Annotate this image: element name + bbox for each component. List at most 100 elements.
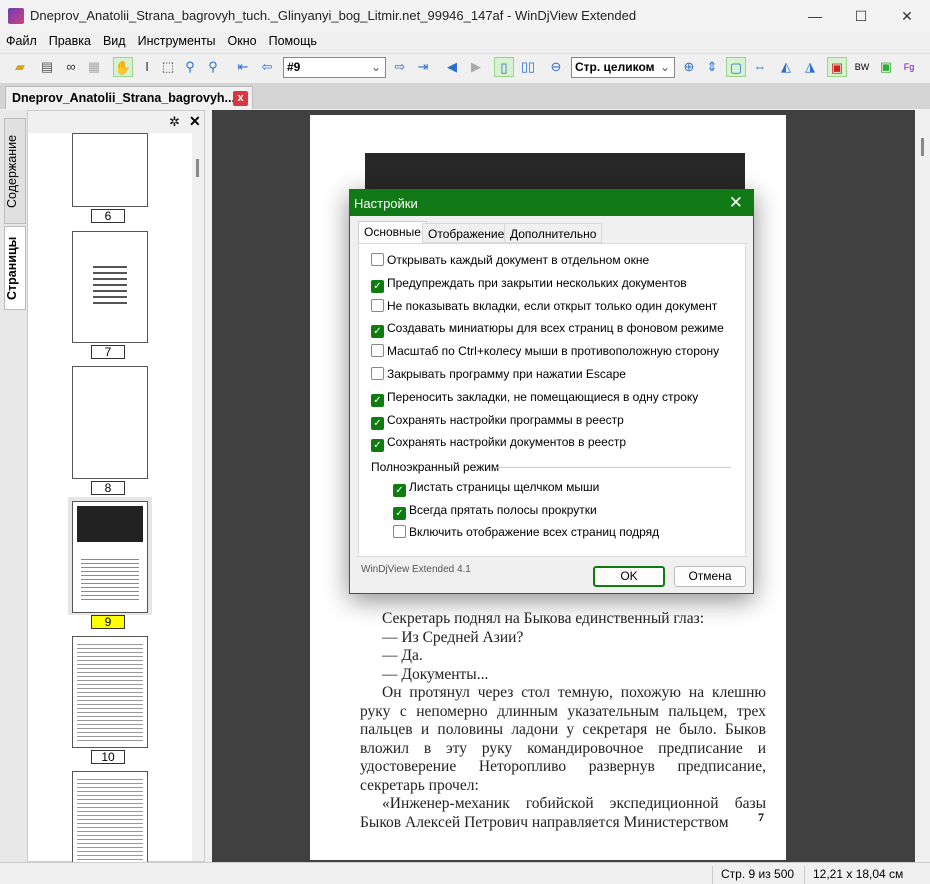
- checkbox-checked-icon[interactable]: ✓: [393, 506, 406, 520]
- viewer-scrollbar[interactable]: [915, 110, 930, 862]
- menu-window[interactable]: Окно: [222, 32, 263, 50]
- menu-tools[interactable]: Инструменты: [132, 32, 222, 50]
- option-label: Не показывать вкладки, если открыт тольк…: [387, 298, 718, 313]
- checkbox-unchecked-icon[interactable]: [371, 298, 384, 312]
- thumbnail-label: 8: [91, 481, 125, 495]
- status-page-size: 12,21 x 18,04 см: [804, 866, 903, 884]
- option-checkbox[interactable]: Не показывать вкладки, если открыт тольк…: [371, 298, 718, 313]
- next-page-icon[interactable]: ⇨: [390, 57, 410, 77]
- page-number: 7: [758, 810, 764, 824]
- bw-mode-icon[interactable]: BW: [852, 57, 872, 77]
- option-checkbox[interactable]: Масштаб по Ctrl+колесу мыши в противопол…: [371, 344, 719, 358]
- fit-width-icon[interactable]: ⇔: [750, 57, 770, 77]
- background-mode-icon[interactable]: ▣: [876, 57, 896, 77]
- rotate-left-icon[interactable]: ◭: [776, 57, 796, 77]
- zoom-select[interactable]: Стр. целиком ⌄: [571, 57, 675, 78]
- rotate-right-icon[interactable]: ◮: [800, 57, 820, 77]
- document-tab[interactable]: Dneprov_Anatolii_Strana_bagrovyh... x: [5, 86, 253, 109]
- rect-select-icon[interactable]: ⬚: [158, 57, 178, 77]
- thumbnail-label-selected: 9: [91, 615, 125, 629]
- option-label: Открывать каждый документ в отдельном ок…: [387, 253, 650, 267]
- thumbnail-page-9[interactable]: [72, 501, 148, 613]
- close-button[interactable]: ✕: [884, 0, 930, 32]
- option-checkbox[interactable]: ✓ Предупреждать при закрытии нескольких д…: [371, 276, 687, 293]
- option-checkbox[interactable]: ✓ Сохранять настройки программы в реестр: [371, 413, 624, 430]
- checkbox-unchecked-icon[interactable]: [371, 253, 384, 266]
- scrollbar-thumb[interactable]: [196, 159, 199, 177]
- thumbnail-page-10[interactable]: [72, 636, 148, 748]
- print-icon[interactable]: ▤: [37, 57, 57, 77]
- ok-button[interactable]: OK: [593, 566, 665, 587]
- fit-page-icon[interactable]: ▢: [726, 57, 746, 77]
- option-label: Предупреждать при закрытии нескольких до…: [387, 275, 687, 290]
- find-icon[interactable]: ∞: [61, 57, 81, 77]
- option-checkbox[interactable]: ✓ Переносить закладки, не помещающиеся в …: [371, 390, 698, 407]
- option-checkbox[interactable]: ✓ Всегда прятать полосы прокрутки: [393, 503, 597, 520]
- thumbnails-scrollbar[interactable]: [192, 133, 204, 861]
- option-label: Создавать миниатюры для всех страниц в ф…: [387, 321, 724, 336]
- option-checkbox[interactable]: ✓ Создавать миниатюры для всех страниц в …: [371, 321, 724, 339]
- checkbox-unchecked-icon[interactable]: [393, 525, 406, 538]
- option-label: Закрывать программу при нажатии Escape: [387, 367, 626, 381]
- close-tab-icon[interactable]: x: [233, 91, 248, 106]
- settings-gear-icon[interactable]: ✲: [169, 114, 180, 130]
- menu-view[interactable]: Вид: [97, 32, 132, 50]
- group-divider: [495, 467, 731, 468]
- zoom-tool-icon[interactable]: ⚲: [180, 57, 200, 77]
- option-checkbox[interactable]: Закрывать программу при нажатии Escape: [371, 367, 626, 381]
- color-mode-icon[interactable]: ▣: [827, 57, 847, 77]
- checkbox-checked-icon[interactable]: ✓: [371, 279, 384, 293]
- single-page-icon[interactable]: ▯: [494, 57, 514, 77]
- magnifier-icon[interactable]: ⚲: [203, 57, 223, 77]
- menu-file[interactable]: Файл: [0, 32, 43, 50]
- checkbox-unchecked-icon[interactable]: [371, 344, 384, 358]
- general-tab-pane: Открывать каждый документ в отдельном ок…: [358, 243, 746, 557]
- option-checkbox[interactable]: Включить отображение всех страниц подряд: [393, 525, 659, 539]
- checkbox-checked-icon[interactable]: ✓: [371, 325, 384, 339]
- thumbnail-page-8[interactable]: [72, 366, 148, 479]
- zoom-in-icon[interactable]: ⊕: [679, 57, 699, 77]
- checkbox-checked-icon[interactable]: ✓: [393, 484, 406, 497]
- forward-icon[interactable]: ▶: [466, 57, 486, 77]
- paragraph: — Документы...: [382, 665, 489, 683]
- checkbox-unchecked-icon[interactable]: [371, 367, 384, 380]
- checkbox-checked-icon[interactable]: ✓: [371, 393, 384, 407]
- tab-pages[interactable]: Страницы: [4, 226, 26, 310]
- side-tabs: Содержание Страницы: [0, 110, 27, 862]
- page-select[interactable]: #9 ⌄: [283, 57, 386, 78]
- maximize-button[interactable]: ☐: [838, 0, 884, 32]
- open-icon[interactable]: ▰: [10, 57, 30, 77]
- thumbnail-page-11[interactable]: [72, 771, 148, 863]
- minimize-button[interactable]: —: [792, 0, 838, 32]
- scrollbar-thumb[interactable]: [921, 138, 924, 156]
- option-checkbox[interactable]: ✓ Листать страницы щелчком мыши: [393, 480, 599, 497]
- tab-contents[interactable]: Содержание: [4, 118, 26, 224]
- option-checkbox[interactable]: Открывать каждый документ в отдельном ок…: [371, 253, 649, 267]
- tab-general[interactable]: Основные: [358, 221, 427, 244]
- menu-edit[interactable]: Правка: [43, 32, 97, 50]
- option-checkbox[interactable]: ✓ Сохранять настройки документов в реестр: [371, 435, 626, 453]
- zoom-out-icon[interactable]: ⊖: [546, 57, 566, 77]
- last-page-icon[interactable]: ⇥: [413, 57, 433, 77]
- thumbnail-page-7[interactable]: [72, 231, 148, 343]
- close-panel-icon[interactable]: ✕: [189, 113, 201, 130]
- thumbnails-panel: ✲ ✕ 6 7 8 9 10: [27, 110, 205, 863]
- dialog-close-icon[interactable]: ✕: [729, 193, 743, 213]
- facing-pages-icon[interactable]: ▯▯: [518, 57, 538, 77]
- foreground-mode-icon[interactable]: Fg: [899, 57, 919, 77]
- export-icon[interactable]: ▦: [84, 57, 104, 77]
- menu-help[interactable]: Помощь: [263, 32, 323, 50]
- cancel-button[interactable]: Отмена: [674, 566, 746, 587]
- text-select-icon[interactable]: I: [137, 57, 157, 77]
- prev-page-icon[interactable]: ⇦: [257, 57, 277, 77]
- fit-height-icon[interactable]: ⇕: [702, 57, 722, 77]
- tab-display[interactable]: Отображение: [422, 223, 511, 243]
- tab-advanced[interactable]: Дополнительно: [504, 223, 603, 243]
- checkbox-checked-icon[interactable]: ✓: [371, 416, 384, 430]
- hand-tool-icon[interactable]: ✋: [113, 57, 133, 77]
- back-icon[interactable]: ◀: [442, 57, 462, 77]
- checkbox-checked-icon[interactable]: ✓: [371, 439, 384, 453]
- option-label: Переносить закладки, не помещающиеся в о…: [387, 389, 699, 404]
- first-page-icon[interactable]: ⇤: [233, 57, 253, 77]
- thumbnail-page-6[interactable]: [72, 133, 148, 207]
